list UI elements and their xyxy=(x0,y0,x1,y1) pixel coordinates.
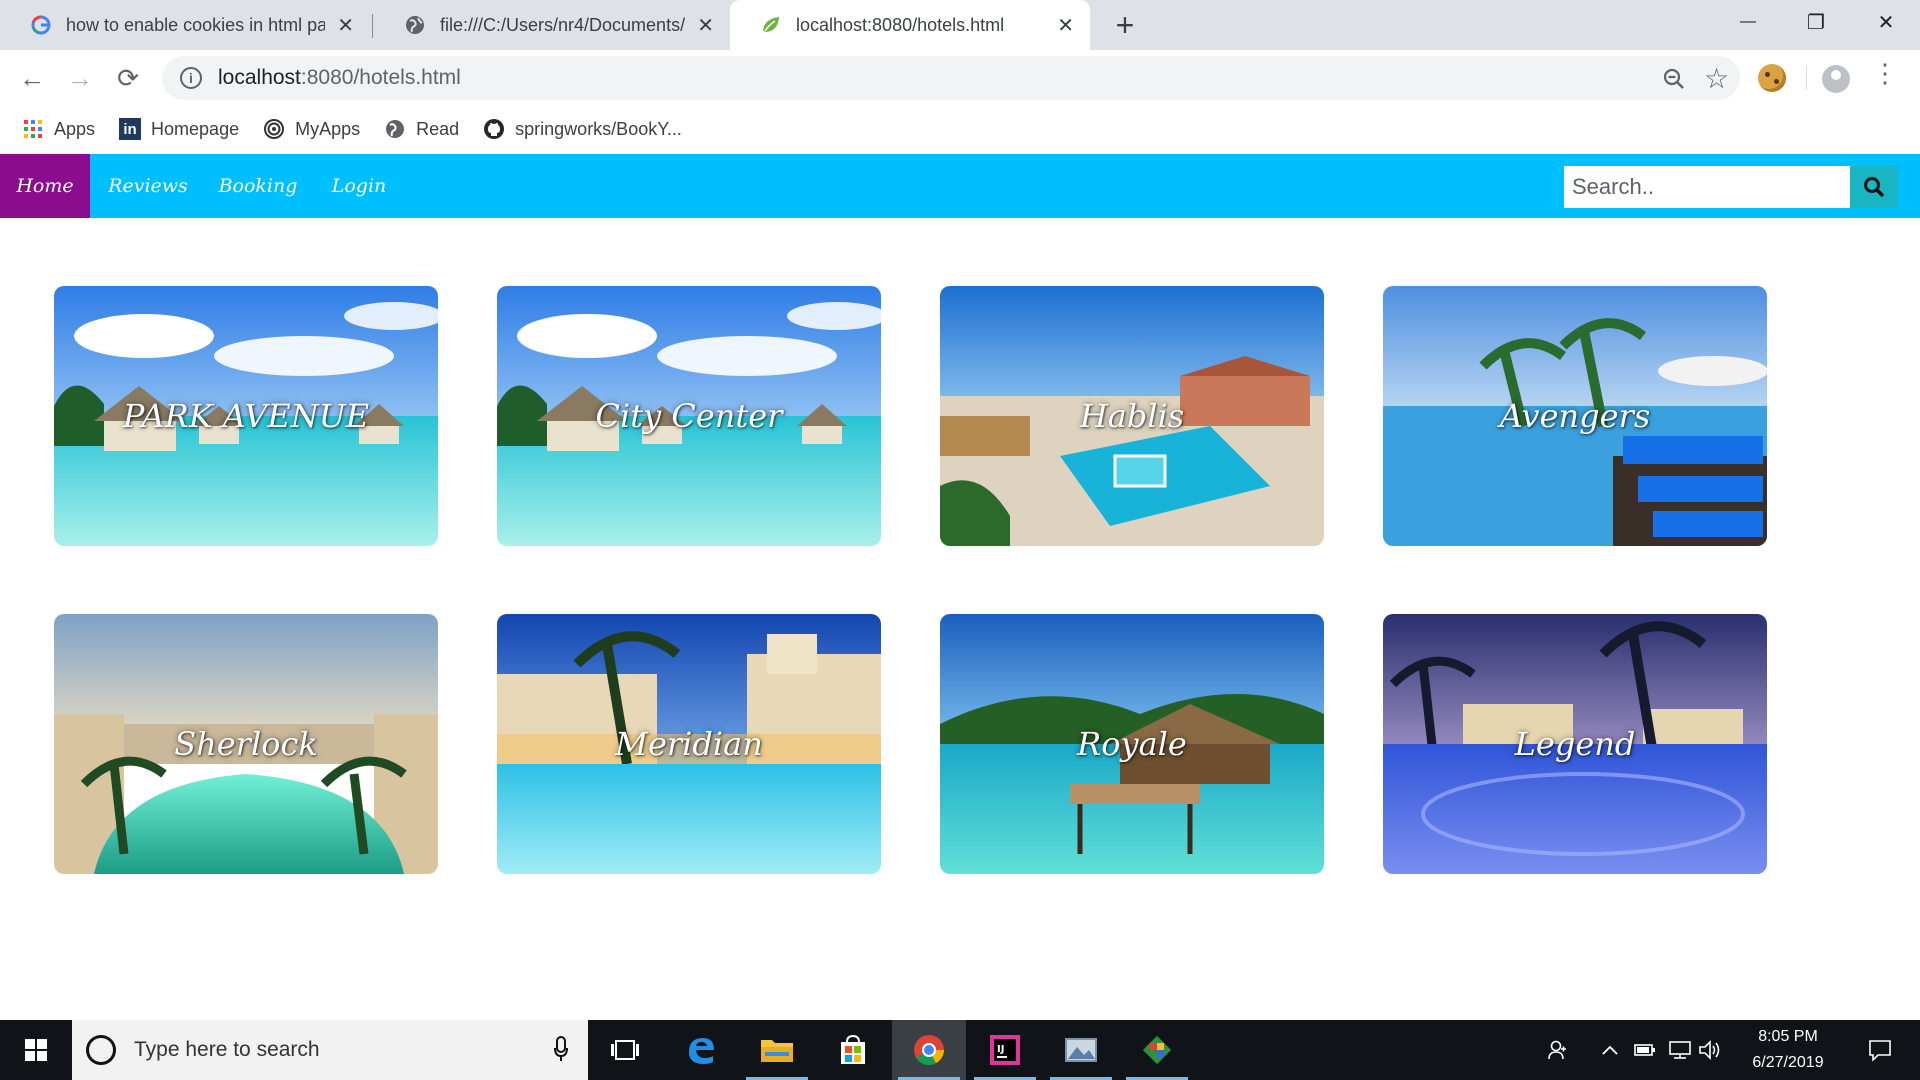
forward-button[interactable]: → xyxy=(58,56,102,100)
tab-strip: how to enable cookies in html page ✕ fil… xyxy=(0,0,1920,50)
tab-file[interactable]: file:///C:/Users/nr4/Documents/new ✕ xyxy=(374,0,730,50)
task-view-icon[interactable] xyxy=(588,1020,662,1080)
bookmark-read[interactable]: Read xyxy=(384,118,459,140)
site-info-icon[interactable]: i xyxy=(180,67,202,89)
tab-title: how to enable cookies in html page xyxy=(66,14,326,35)
svg-text:IJ: IJ xyxy=(997,1044,1004,1055)
clock-date: 6/27/2019 xyxy=(1752,1054,1824,1071)
clock-time: 8:05 PM xyxy=(1758,1028,1818,1045)
close-tab-icon[interactable]: ✕ xyxy=(697,13,714,38)
nav-home[interactable]: Home xyxy=(0,154,90,218)
nav-reviews[interactable]: Reviews xyxy=(100,154,196,218)
network-icon[interactable] xyxy=(1666,1020,1694,1080)
hotel-name: PARK AVENUE xyxy=(122,397,370,435)
taskbar-clock[interactable]: 8:05 PM 6/27/2019 xyxy=(1726,1020,1850,1080)
bookmark-github[interactable]: springworks/BookY... xyxy=(483,118,682,140)
bookmark-label: Read xyxy=(416,118,460,139)
battery-icon[interactable] xyxy=(1632,1020,1658,1080)
tab-title: localhost:8080/hotels.html xyxy=(796,14,1005,35)
start-button[interactable] xyxy=(0,1020,72,1080)
restore-button[interactable]: ❐ xyxy=(1782,0,1850,44)
hotel-name: Royale xyxy=(1077,725,1187,763)
hotel-name: Sherlock xyxy=(174,725,318,763)
new-tab-button[interactable]: + xyxy=(1108,8,1142,42)
reload-button[interactable]: ⟳ xyxy=(106,56,150,100)
back-button[interactable]: ← xyxy=(10,56,54,100)
chrome-menu-icon[interactable]: ⋮ xyxy=(1870,58,1900,89)
hotel-name: Hablis xyxy=(1079,397,1185,435)
bookmark-label: springworks/BookY... xyxy=(515,118,682,139)
url-path: :8080/hotels.html xyxy=(300,66,461,89)
spring-leaf-icon xyxy=(763,17,779,32)
bookmark-label: Homepage xyxy=(151,118,240,139)
microphone-icon[interactable] xyxy=(554,1036,568,1062)
bookmark-apps[interactable]: Apps xyxy=(22,118,95,140)
github-icon xyxy=(484,119,505,139)
edge-icon[interactable] xyxy=(664,1020,738,1080)
nav-booking[interactable]: Booking xyxy=(210,154,306,218)
hotel-name: City Center xyxy=(595,397,783,435)
tab-hotels[interactable]: localhost:8080/hotels.html ✕ xyxy=(730,0,1090,50)
close-tab-icon[interactable]: ✕ xyxy=(1057,13,1074,38)
intellij-icon[interactable]: IJ xyxy=(968,1020,1042,1080)
hotel-card-sherlock[interactable]: Sherlock xyxy=(54,614,438,874)
hotel-card-legend[interactable]: Legend xyxy=(1383,614,1767,874)
search-icon xyxy=(1864,177,1885,198)
chrome-icon[interactable] xyxy=(892,1020,966,1080)
search-button[interactable] xyxy=(1850,166,1898,208)
hotel-name: Avengers xyxy=(1499,397,1651,435)
google-g-icon xyxy=(31,15,51,35)
windows-taskbar: Type here to search IJ 8:05 PM 6/27/2019 xyxy=(0,1020,1920,1080)
tab-divider xyxy=(372,14,373,38)
tray-expand-icon[interactable] xyxy=(1598,1020,1622,1080)
bookmark-label: MyApps xyxy=(295,118,361,139)
profile-avatar[interactable] xyxy=(1822,65,1850,93)
page-content: Home Reviews Booking Login PARK AVEN xyxy=(0,152,1920,1020)
minimize-button[interactable]: — xyxy=(1714,0,1782,44)
people-icon[interactable] xyxy=(1540,1020,1576,1080)
globe-icon xyxy=(386,120,405,138)
site-navbar: Home Reviews Booking Login xyxy=(0,154,1920,218)
bookmark-homepage[interactable]: in Homepage xyxy=(119,118,239,140)
browser-toolbar: ← → ⟳ i localhost:8080/hotels.html ☆ ⋮ xyxy=(0,50,1920,106)
hotel-card-avengers[interactable]: Avengers xyxy=(1383,286,1767,546)
image-viewer-icon[interactable] xyxy=(1044,1020,1118,1080)
hotel-card-royale[interactable]: Royale xyxy=(940,614,1324,874)
hotel-name: Meridian xyxy=(615,725,763,763)
store-icon[interactable] xyxy=(816,1020,890,1080)
cortana-icon xyxy=(86,1035,116,1065)
volume-icon[interactable] xyxy=(1696,1020,1724,1080)
search-input[interactable] xyxy=(1564,166,1850,208)
windows-logo-icon xyxy=(25,1039,47,1061)
nav-login[interactable]: Login xyxy=(316,154,402,218)
bookmark-label: Apps xyxy=(54,118,96,139)
tab-google-search[interactable]: how to enable cookies in html page ✕ xyxy=(0,0,370,50)
file-explorer-icon[interactable] xyxy=(740,1020,814,1080)
toolbar-divider xyxy=(1806,66,1807,90)
bookmarks-bar: Apps in Homepage MyApps Read springworks… xyxy=(0,106,1920,152)
tab-title: file:///C:/Users/nr4/Documents/new xyxy=(440,14,686,35)
url-host: localhost xyxy=(218,66,301,89)
cookie-extension-icon[interactable] xyxy=(1758,64,1786,92)
close-tab-icon[interactable]: ✕ xyxy=(337,13,354,38)
action-center-icon[interactable] xyxy=(1852,1020,1908,1080)
address-bar[interactable]: i localhost:8080/hotels.html ☆ xyxy=(162,56,1740,100)
globe-icon xyxy=(406,16,424,34)
hotel-card-park-avenue[interactable]: PARK AVENUE xyxy=(54,286,438,546)
git-icon[interactable] xyxy=(1120,1020,1194,1080)
taskbar-search-placeholder: Type here to search xyxy=(134,1038,320,1061)
hotel-card-hablis[interactable]: Hablis xyxy=(940,286,1324,546)
apps-grid-icon xyxy=(24,120,42,138)
invision-icon: in xyxy=(119,118,142,140)
myapps-icon xyxy=(264,119,285,139)
bookmark-star-icon[interactable]: ☆ xyxy=(1704,62,1729,95)
taskbar-search[interactable]: Type here to search xyxy=(72,1020,588,1080)
close-window-button[interactable]: ✕ xyxy=(1852,0,1920,44)
hotel-name: Legend xyxy=(1514,725,1636,763)
zoom-out-icon[interactable] xyxy=(1662,67,1686,91)
hotel-card-meridian[interactable]: Meridian xyxy=(497,614,881,874)
bookmark-myapps[interactable]: MyApps xyxy=(263,118,360,140)
hotel-card-city-center[interactable]: City Center xyxy=(497,286,881,546)
